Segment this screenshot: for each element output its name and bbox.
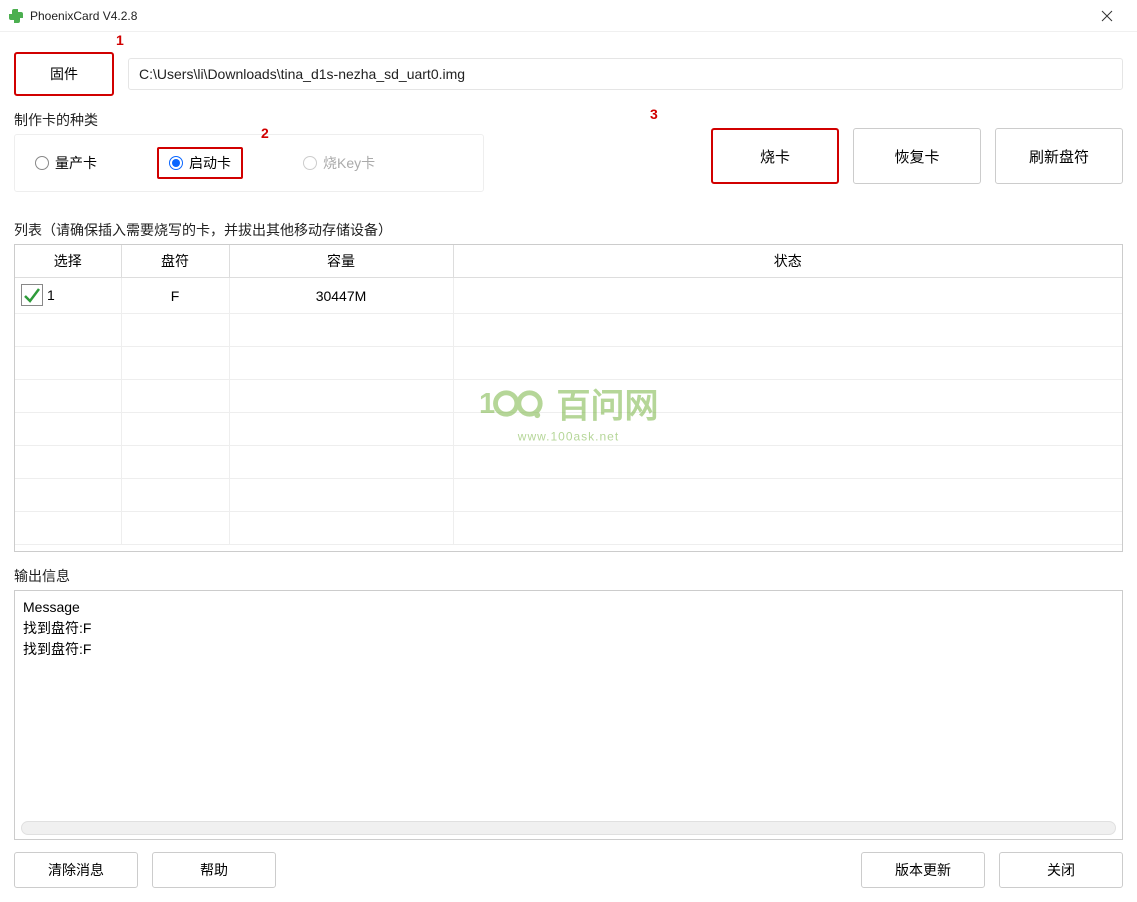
table-row bbox=[15, 413, 1122, 446]
restore-card-button[interactable]: 恢复卡 bbox=[853, 128, 981, 184]
col-drive: 盘符 bbox=[121, 245, 229, 278]
table-row bbox=[15, 446, 1122, 479]
table-row bbox=[15, 314, 1122, 347]
annotation-1: 1 bbox=[116, 32, 124, 48]
refresh-drive-button[interactable]: 刷新盘符 bbox=[995, 128, 1123, 184]
col-select: 选择 bbox=[15, 245, 121, 278]
check-update-button[interactable]: 版本更新 bbox=[861, 852, 985, 888]
table-row[interactable]: 1 F 30447M bbox=[15, 278, 1122, 314]
firmware-path-display: C:\Users\li\Downloads\tina_d1s-nezha_sd_… bbox=[128, 58, 1123, 90]
output-line: 找到盘符:F bbox=[23, 639, 1114, 660]
radio-key-card: 烧Key卡 bbox=[303, 153, 375, 173]
horizontal-scrollbar[interactable] bbox=[21, 821, 1116, 835]
checkmark-icon bbox=[23, 286, 41, 304]
radio-icon bbox=[169, 156, 183, 170]
firmware-button[interactable]: 固件 bbox=[14, 52, 114, 96]
window-close-button[interactable] bbox=[1085, 2, 1129, 30]
window-title: PhoenixCard V4.2.8 bbox=[30, 9, 137, 23]
output-messages: Message 找到盘符:F 找到盘符:F bbox=[14, 590, 1123, 840]
col-capacity: 容量 bbox=[229, 245, 453, 278]
row-index: 1 bbox=[47, 287, 55, 303]
card-type-label: 制作卡的种类 bbox=[14, 110, 1123, 130]
table-row bbox=[15, 512, 1122, 545]
output-header: Message bbox=[23, 597, 1114, 618]
radio-icon bbox=[35, 156, 49, 170]
output-section-label: 输出信息 bbox=[14, 566, 1123, 586]
row-status bbox=[453, 278, 1122, 314]
clear-messages-button[interactable]: 清除消息 bbox=[14, 852, 138, 888]
close-button[interactable]: 关闭 bbox=[999, 852, 1123, 888]
radio-label: 启动卡 bbox=[189, 153, 231, 173]
radio-label: 量产卡 bbox=[55, 153, 97, 173]
titlebar: PhoenixCard V4.2.8 bbox=[0, 0, 1137, 32]
burn-card-button[interactable]: 烧卡 bbox=[711, 128, 839, 184]
help-button[interactable]: 帮助 bbox=[152, 852, 276, 888]
radio-icon bbox=[303, 156, 317, 170]
row-capacity: 30447M bbox=[229, 278, 453, 314]
radio-label: 烧Key卡 bbox=[323, 153, 375, 173]
annotation-2: 2 bbox=[261, 125, 269, 141]
annotation-3: 3 bbox=[650, 106, 658, 122]
close-icon bbox=[1101, 10, 1113, 22]
table-row bbox=[15, 479, 1122, 512]
table-row bbox=[15, 347, 1122, 380]
table-row bbox=[15, 380, 1122, 413]
row-checkbox[interactable] bbox=[21, 284, 43, 306]
output-line: 找到盘符:F bbox=[23, 618, 1114, 639]
radio-mass-production[interactable]: 量产卡 bbox=[35, 153, 97, 173]
app-icon bbox=[8, 8, 24, 24]
row-drive: F bbox=[121, 278, 229, 314]
radio-boot-card[interactable]: 启动卡 bbox=[157, 147, 243, 179]
list-section-label: 列表（请确保插入需要烧写的卡，并拔出其他移动存储设备） bbox=[14, 220, 1123, 240]
col-status: 状态 bbox=[453, 245, 1122, 278]
drive-list-table: 选择 盘符 容量 状态 1 bbox=[14, 244, 1123, 552]
